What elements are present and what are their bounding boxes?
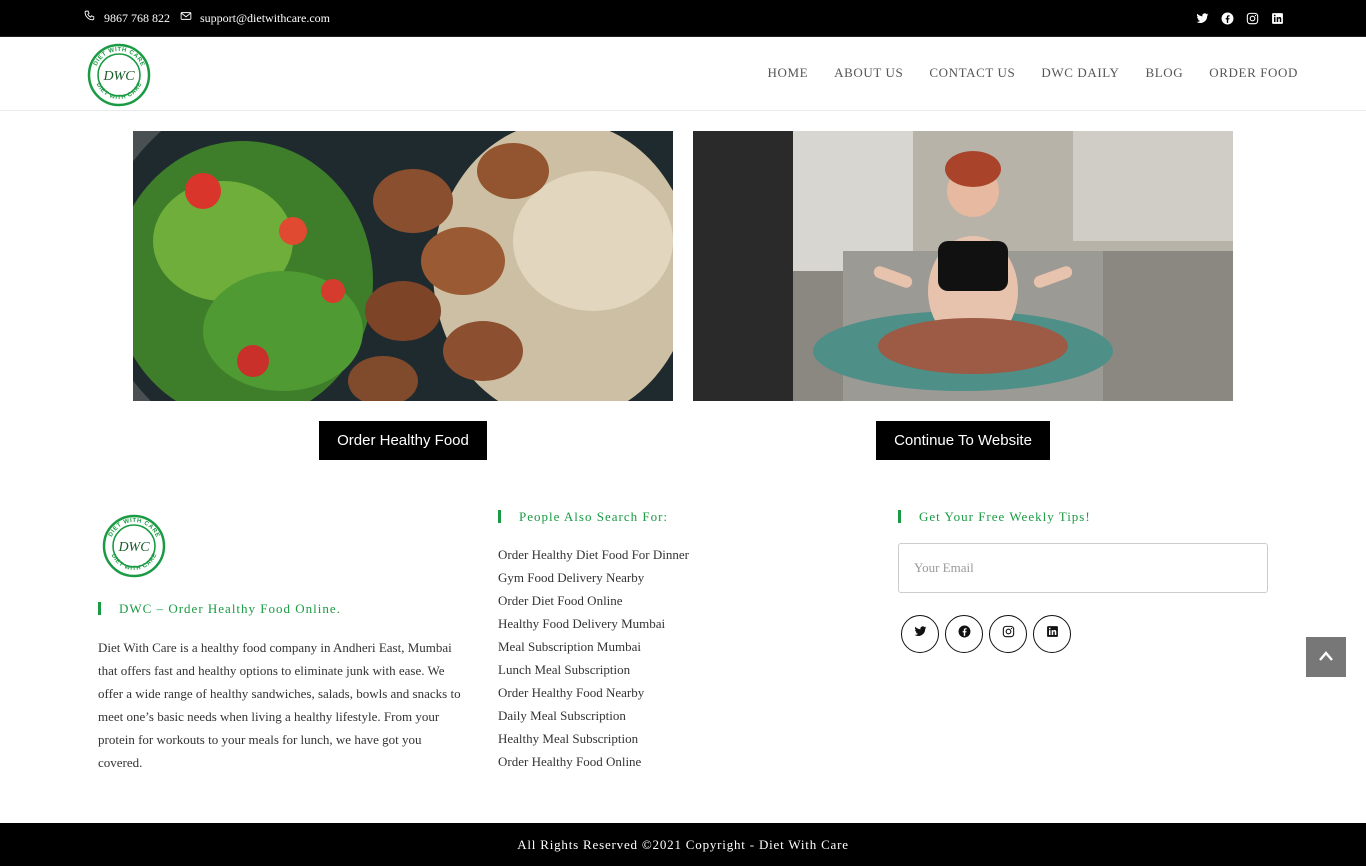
top-social-links	[1196, 0, 1284, 36]
instagram-icon[interactable]	[1246, 12, 1259, 25]
instagram-icon	[1002, 625, 1015, 643]
order-healthy-food-button[interactable]: Order Healthy Food	[319, 421, 487, 460]
search-link[interactable]: Lunch Meal Subscription	[498, 658, 689, 681]
nav-dwc-daily[interactable]: DWC DAILY	[1041, 65, 1119, 81]
search-link[interactable]: Healthy Food Delivery Mumbai	[498, 612, 689, 635]
phone-contact[interactable]: 9867 768 822	[84, 10, 170, 26]
healthy-food-image[interactable]	[133, 131, 673, 401]
search-link[interactable]: Daily Meal Subscription	[498, 704, 689, 727]
linkedin-icon	[1046, 625, 1059, 643]
footer-facebook-button[interactable]	[945, 615, 983, 653]
phone-icon	[84, 10, 96, 26]
main-nav: HOME ABOUT US CONTACT US DWC DAILY BLOG …	[741, 37, 1298, 109]
twitter-icon[interactable]	[1196, 12, 1209, 25]
footer-twitter-button[interactable]	[901, 615, 939, 653]
email-address: support@dietwithcare.com	[200, 10, 331, 25]
copyright-text: All Rights Reserved ©2021 Copyright - Di…	[517, 836, 849, 852]
yoga-gym-image[interactable]	[693, 131, 1233, 401]
search-link[interactable]: Gym Food Delivery Nearby	[498, 566, 689, 589]
search-link[interactable]: Order Diet Food Online	[498, 589, 689, 612]
svg-text:DWC: DWC	[117, 540, 150, 555]
search-link[interactable]: Order Healthy Diet Food For Dinner	[498, 543, 689, 566]
scroll-to-top-button[interactable]	[1306, 637, 1346, 677]
search-link[interactable]: Meal Subscription Mumbai	[498, 635, 689, 658]
footer-linkedin-button[interactable]	[1033, 615, 1071, 653]
tips-widget-title: Get Your Free Weekly Tips!	[898, 510, 1091, 523]
facebook-icon[interactable]	[1221, 12, 1234, 25]
top-bar: 9867 768 822 support@dietwithcare.com	[0, 0, 1366, 37]
search-link[interactable]: Order Healthy Food Online	[498, 750, 689, 773]
nav-home[interactable]: HOME	[767, 65, 808, 81]
email-contact[interactable]: support@dietwithcare.com	[180, 10, 330, 26]
nav-about-us[interactable]: ABOUT US	[834, 65, 903, 81]
copyright-bar: All Rights Reserved ©2021 Copyright - Di…	[0, 823, 1366, 866]
footer-logo[interactable]: DIET WITH CARE DIET WITH CARE DWC	[101, 513, 167, 579]
site-logo[interactable]: DIET WITH CARE DIET WITH CARE DWC	[86, 42, 152, 108]
email-field[interactable]	[898, 543, 1268, 593]
envelope-icon	[180, 10, 192, 26]
nav-order-food[interactable]: ORDER FOOD	[1209, 65, 1298, 81]
search-links-list: Order Healthy Diet Food For Dinner Gym F…	[498, 543, 689, 773]
site-header: DIET WITH CARE DIET WITH CARE DWC HOME A…	[0, 37, 1366, 111]
contact-info: 9867 768 822 support@dietwithcare.com	[84, 0, 330, 36]
about-widget-title: DWC – Order Healthy Food Online.	[98, 602, 341, 615]
search-link[interactable]: Order Healthy Food Nearby	[498, 681, 689, 704]
footer-social-links	[901, 615, 1071, 653]
twitter-icon	[914, 625, 927, 643]
linkedin-icon[interactable]	[1271, 12, 1284, 25]
search-link[interactable]: Healthy Meal Subscription	[498, 727, 689, 750]
continue-to-website-button[interactable]: Continue To Website	[876, 421, 1050, 460]
footer-instagram-button[interactable]	[989, 615, 1027, 653]
svg-text:DWC: DWC	[102, 69, 135, 84]
facebook-icon	[958, 625, 971, 643]
nav-contact-us[interactable]: CONTACT US	[929, 65, 1015, 81]
nav-blog[interactable]: BLOG	[1145, 65, 1183, 81]
phone-number: 9867 768 822	[104, 10, 170, 25]
search-widget-title: People Also Search For:	[498, 510, 668, 523]
about-text: Diet With Care is a healthy food company…	[98, 640, 461, 770]
chevron-up-icon	[1319, 648, 1333, 666]
